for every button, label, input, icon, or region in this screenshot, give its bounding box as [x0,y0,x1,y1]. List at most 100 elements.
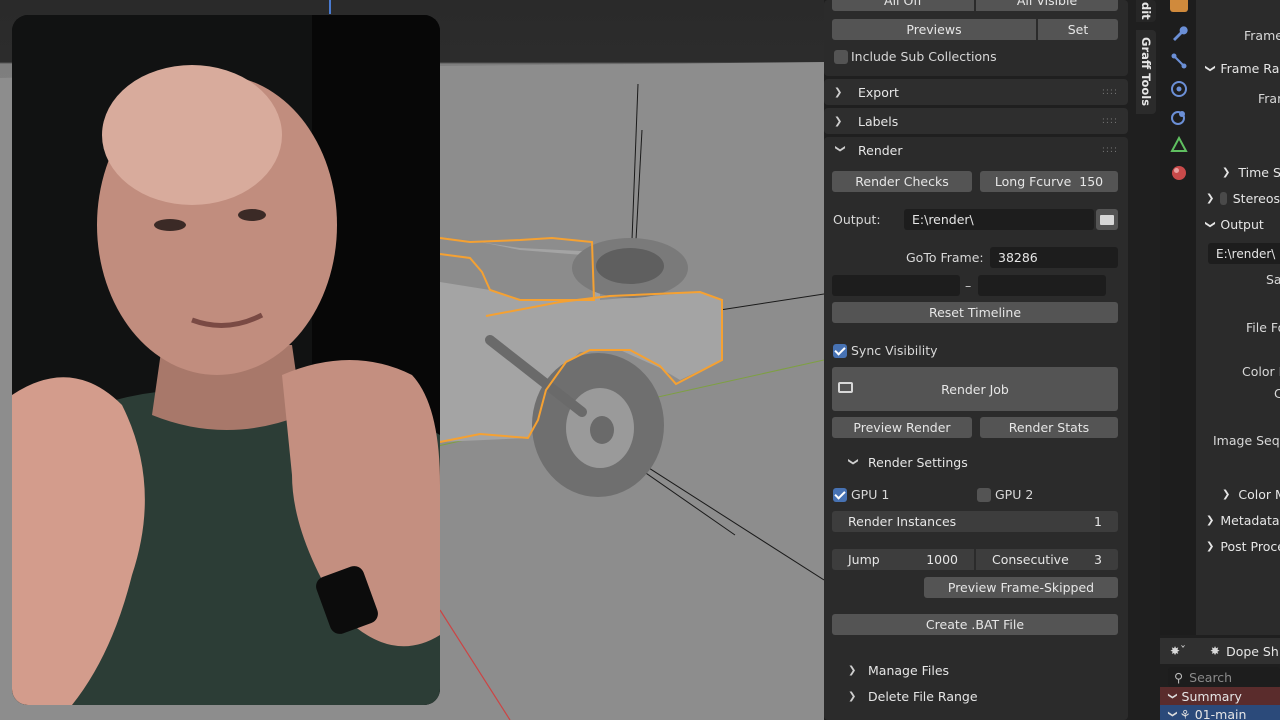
frame-range-header[interactable]: ❯ Frame Ran [1200,56,1280,80]
drag-grip-icon[interactable]: :::: [1102,145,1118,155]
all-visible-button[interactable]: All Visible [976,0,1118,11]
chevron-right-icon: ❯ [834,115,843,127]
delete-file-range-header[interactable]: ❯ Delete File Range [848,689,978,704]
metadata-title: Metadata [1220,512,1280,528]
summary-row[interactable]: ❯ Summary [1160,687,1280,705]
compression-label: C [1274,386,1280,401]
goto-frame-field[interactable]: 38286 [990,247,1118,268]
wrench-icon[interactable] [1170,24,1188,42]
labels-section-title: Labels [858,113,899,129]
material-icon[interactable] [1170,164,1188,182]
file-format-label: File Fo [1246,320,1280,335]
gpu2-checkbox[interactable] [977,488,991,502]
consecutive-field[interactable]: Consecutive 3 [976,549,1118,570]
include-sub-collections-checkbox[interactable] [834,50,848,64]
dope-sheet-mode[interactable]: Dope Sh [1226,644,1279,659]
render-checks-button[interactable]: Render Checks [832,171,972,192]
manage-files-header[interactable]: ❯ Manage Files [848,663,949,678]
jump-field[interactable]: Jump 1000 [832,549,974,570]
visibility-block: All Off All Visible Previews Set Include… [824,0,1128,76]
mode-icon[interactable]: ✸ [1210,644,1220,658]
goto-frame-label: GoTo Frame: [906,250,984,265]
dope-search-placeholder: Search [1189,669,1233,685]
time-stretching-header[interactable]: ❯ Time St [1222,160,1280,184]
render-section-title: Render [858,142,903,158]
all-off-button[interactable]: All Off [832,0,974,11]
range-start-field[interactable] [832,275,960,296]
output-path-field-props[interactable]: E:\render\ [1208,243,1280,264]
consecutive-value: 3 [1094,552,1102,567]
color-management-title: Color M [1238,486,1280,502]
action-label: 01-main [1194,706,1247,720]
include-sub-collections-label: Include Sub Collections [851,49,997,64]
jump-value: 1000 [926,552,958,567]
set-button[interactable]: Set [1038,19,1118,40]
3d-viewport[interactable] [0,0,824,720]
drag-grip-icon[interactable]: :::: [1102,116,1118,126]
color-management-header[interactable]: ❯ Color M [1222,482,1280,506]
post-processing-header[interactable]: ❯ Post Proce [1200,534,1280,558]
drag-grip-icon[interactable]: :::: [1102,87,1118,97]
delete-file-range-title: Delete File Range [868,689,978,704]
consecutive-label: Consecutive [992,552,1069,567]
chevron-right-icon: ❯ [848,665,857,676]
preview-frame-skipped-button[interactable]: Preview Frame-Skipped [924,577,1118,598]
sync-visibility-checkbox[interactable] [833,344,847,358]
tab-graff-tools[interactable]: Graff Tools [1136,30,1156,114]
chevron-down-icon: ❯ [1166,692,1177,700]
constraints-icon[interactable] [1170,108,1188,126]
frame-range-title: Frame Ran [1220,60,1280,76]
particles-icon[interactable] [1170,52,1188,70]
chevron-down-icon: ❯ [1204,63,1216,73]
previews-button[interactable]: Previews [832,19,1036,40]
time-stretching-title: Time St [1238,164,1280,180]
object-data-icon[interactable] [1170,0,1188,12]
preview-render-button[interactable]: Preview Render [832,417,972,438]
stereoscopy-header[interactable]: ❯ Stereos [1200,186,1280,210]
sidebar-tab-strip: dit Graff Tools [1128,0,1160,720]
render-section-header[interactable]: ❯ Render :::: [824,137,1128,163]
labels-section-header[interactable]: ❯ Labels :::: [824,108,1128,134]
image-sequence-label: Image Sequ [1213,433,1280,448]
jump-label: Jump [848,552,880,567]
chevron-right-icon: ❯ [848,691,857,702]
chevron-right-icon: ❯ [1206,192,1215,204]
render-stats-button[interactable]: Render Stats [980,417,1118,438]
chevron-down-icon: ❯ [847,457,859,466]
physics-icon[interactable] [1170,80,1188,98]
save-label: Sa [1266,272,1280,287]
output-header[interactable]: ❯ Output [1200,212,1280,236]
dope-sheet-editor: ✸ˇ ✸ Dope Sh ⚲ Search ❯ Summary ❯ ⚘ 01-m… [1160,635,1280,720]
export-section-title: Export [858,84,899,100]
output-path-field[interactable]: E:\render\ [904,209,1094,230]
properties-tab-icons [1160,0,1196,635]
range-dash: – [965,278,972,293]
action-row[interactable]: ❯ ⚘ 01-main [1160,705,1280,720]
output-title: Output [1220,216,1264,232]
dope-search-field[interactable]: ⚲ Search [1168,667,1280,687]
render-instances-field[interactable]: Render Instances 1 [832,511,1118,532]
tab-edit[interactable]: dit [1136,0,1156,22]
metadata-header[interactable]: ❯ Metadata [1200,508,1280,532]
stereoscopy-checkbox[interactable] [1220,191,1227,205]
range-end-field[interactable] [978,275,1106,296]
sidebar-n-panel: All Off All Visible Previews Set Include… [824,0,1128,720]
export-section-header[interactable]: ❯ Export :::: [824,79,1128,105]
gpu1-checkbox[interactable] [833,488,847,502]
manage-files-title: Manage Files [868,663,950,678]
render-instances-label: Render Instances [848,514,957,529]
chevron-right-icon: ❯ [1206,540,1215,552]
editor-type-icon[interactable]: ✸ˇ [1170,644,1196,658]
render-job-label: Render Job [941,381,1009,397]
chevron-down-icon: ❯ [1166,710,1177,718]
render-settings-header[interactable]: ❯ Render Settings [848,455,968,470]
create-bat-file-button[interactable]: Create .BAT File [832,614,1118,635]
render-settings-title: Render Settings [868,455,968,470]
long-fcurve-button[interactable]: Long Fcurve 150 [980,171,1118,192]
mesh-data-icon[interactable] [1170,136,1188,154]
camera-icon [838,382,853,393]
reset-timeline-button[interactable]: Reset Timeline [832,302,1118,323]
frame-label-2: Frame [1258,91,1280,106]
folder-browse-button[interactable] [1096,209,1118,230]
render-job-button[interactable]: Render Job [832,367,1118,411]
